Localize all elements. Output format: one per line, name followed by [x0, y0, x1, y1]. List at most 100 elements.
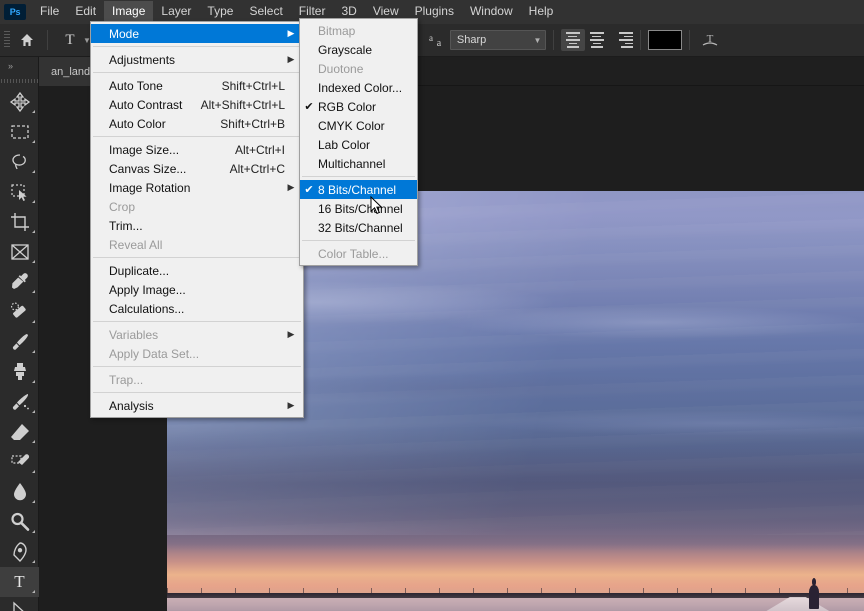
menu-item-8-bits-channel[interactable]: ✔ 8 Bits/Channel: [300, 180, 417, 199]
menu-item-label: Canvas Size...: [109, 161, 187, 176]
tools-panel: » T: [0, 57, 39, 611]
menu-item-label: Calculations...: [109, 301, 185, 316]
collapse-panel-button[interactable]: »: [0, 57, 38, 75]
options-divider: [552, 30, 554, 50]
options-bar-grip[interactable]: [4, 31, 10, 49]
menu-item-label: Crop: [109, 199, 136, 214]
crop-tool[interactable]: [0, 207, 39, 237]
menubar-item-help[interactable]: Help: [521, 1, 562, 23]
eyedropper-tool[interactable]: [0, 267, 39, 297]
history-brush-tool[interactable]: [0, 387, 39, 417]
brush-tool[interactable]: [0, 327, 39, 357]
canvas-sunset-glow: [167, 543, 864, 595]
rectangular-marquee-tool[interactable]: [0, 117, 39, 147]
menu-item-grayscale[interactable]: Grayscale: [300, 40, 417, 59]
menu-separator: [302, 176, 415, 177]
horizontal-type-tool[interactable]: T: [0, 567, 39, 597]
menu-item-color-table: Color Table...: [300, 244, 417, 263]
photoshop-window: Ps File Edit Image Layer Type Select Filter 3D V…: [0, 0, 864, 611]
menu-item-indexed-color[interactable]: Indexed Color...: [300, 78, 417, 97]
type-tool-icon[interactable]: T: [55, 27, 85, 53]
spot-healing-brush-tool[interactable]: [0, 297, 39, 327]
menu-item-adjustments[interactable]: Adjustments ▶: [91, 50, 303, 69]
menu-item-label: Auto Contrast: [109, 97, 183, 112]
menubar-item-edit[interactable]: Edit: [67, 1, 104, 23]
move-tool[interactable]: [0, 87, 39, 117]
menubar-item-layer[interactable]: Layer: [153, 1, 199, 23]
menu-item-image-size[interactable]: Image Size... Alt+Ctrl+I: [91, 140, 303, 159]
menu-item-label: Reveal All: [109, 237, 163, 252]
blur-tool[interactable]: [0, 477, 39, 507]
menu-item-label: 32 Bits/Channel: [318, 220, 403, 235]
menubar-item-type[interactable]: Type: [199, 1, 241, 23]
menu-item-label: Duplicate...: [109, 263, 170, 278]
canvas-person-silhouette: [808, 578, 820, 609]
menu-item-label: Color Table...: [318, 246, 389, 261]
text-color-swatch[interactable]: [647, 30, 682, 50]
mouse-pointer: [370, 195, 383, 215]
menu-item-canvas-size[interactable]: Canvas Size... Alt+Ctrl+C: [91, 159, 303, 178]
menu-item-analysis[interactable]: Analysis ▶: [91, 396, 303, 415]
menu-item-lab-color[interactable]: Lab Color: [300, 135, 417, 154]
menu-item-auto-tone[interactable]: Auto Tone Shift+Ctrl+L: [91, 76, 303, 95]
object-selection-tool[interactable]: [0, 177, 39, 207]
menu-item-apply-image[interactable]: Apply Image...: [91, 280, 303, 299]
menu-item-image-rotation[interactable]: Image Rotation ▶: [91, 178, 303, 197]
menubar-item-file[interactable]: File: [32, 1, 67, 23]
svg-text:a: a: [437, 38, 442, 48]
align-center-button[interactable]: [585, 29, 609, 51]
menu-item-label: 8 Bits/Channel: [318, 182, 397, 197]
menu-item-32-bits-channel[interactable]: 32 Bits/Channel: [300, 218, 417, 237]
menu-item-label: Trim...: [109, 218, 143, 233]
menu-item-label: Indexed Color...: [318, 80, 403, 95]
menu-separator: [93, 136, 301, 137]
dodge-tool[interactable]: [0, 507, 39, 537]
lasso-tool[interactable]: [0, 147, 39, 177]
align-right-button[interactable]: [609, 29, 633, 51]
menu-item-apply-data-set: Apply Data Set...: [91, 344, 303, 363]
menubar-item-image[interactable]: Image: [104, 1, 154, 23]
eraser-tool[interactable]: [0, 417, 39, 447]
gradient-tool[interactable]: [0, 447, 39, 477]
menu-item-rgb-color[interactable]: ✔ RGB Color: [300, 97, 417, 116]
menu-item-mode[interactable]: Mode ▶: [91, 24, 303, 43]
menu-item-label: Grayscale: [318, 42, 373, 57]
menubar-item-window[interactable]: Window: [462, 1, 521, 23]
submenu-arrow-icon: ▶: [287, 182, 295, 192]
tools-panel-grip[interactable]: [0, 75, 38, 87]
menu-item-label: Mode: [109, 26, 140, 41]
photoshop-logo-icon: Ps: [4, 4, 26, 20]
menu-item-auto-color[interactable]: Auto Color Shift+Ctrl+B: [91, 114, 303, 133]
menu-item-shortcut: Shift+Ctrl+L: [221, 78, 285, 93]
frame-tool[interactable]: [0, 237, 39, 267]
clone-stamp-tool[interactable]: [0, 357, 39, 387]
menu-item-label: Lab Color: [318, 137, 371, 152]
submenu-arrow-icon: ▶: [287, 28, 295, 38]
menu-item-trim[interactable]: Trim...: [91, 216, 303, 235]
pen-tool[interactable]: [0, 537, 39, 567]
align-left-button[interactable]: [560, 29, 585, 51]
menu-item-16-bits-channel[interactable]: 16 Bits/Channel: [300, 199, 417, 218]
home-icon[interactable]: [14, 27, 40, 53]
image-menu-dropdown[interactable]: Mode ▶ Adjustments ▶ Auto Tone Shift+Ctrl+L Au…: [90, 21, 304, 418]
menu-item-auto-contrast[interactable]: Auto Contrast Alt+Shift+Ctrl+L: [91, 95, 303, 114]
menu-item-calculations[interactable]: Calculations...: [91, 299, 303, 318]
options-divider: [688, 30, 690, 50]
horizontal-type-tool-glyph: T: [14, 572, 25, 591]
menu-item-multichannel[interactable]: Multichannel: [300, 154, 417, 173]
menu-item-label: Duotone: [318, 61, 364, 76]
anti-alias-select[interactable]: Sharp ▼: [449, 30, 546, 50]
mode-submenu-dropdown[interactable]: Bitmap Grayscale Duotone Indexed Color... ✔ R…: [299, 18, 418, 266]
path-selection-tool[interactable]: [0, 597, 39, 611]
menubar-item-select[interactable]: Select: [241, 1, 290, 23]
menu-item-duplicate[interactable]: Duplicate...: [91, 261, 303, 280]
menu-item-label: Analysis: [109, 398, 154, 413]
warp-text-icon[interactable]: T: [697, 28, 723, 52]
menu-item-cmyk-color[interactable]: CMYK Color: [300, 116, 417, 135]
menu-separator: [93, 72, 301, 73]
menu-item-label: Auto Tone: [109, 78, 163, 93]
menu-separator: [93, 46, 301, 47]
menu-item-shortcut: Shift+Ctrl+B: [220, 116, 285, 131]
anti-alias-chevron-down-icon[interactable]: ▼: [530, 31, 545, 49]
canvas-snow-ground: [167, 597, 864, 611]
